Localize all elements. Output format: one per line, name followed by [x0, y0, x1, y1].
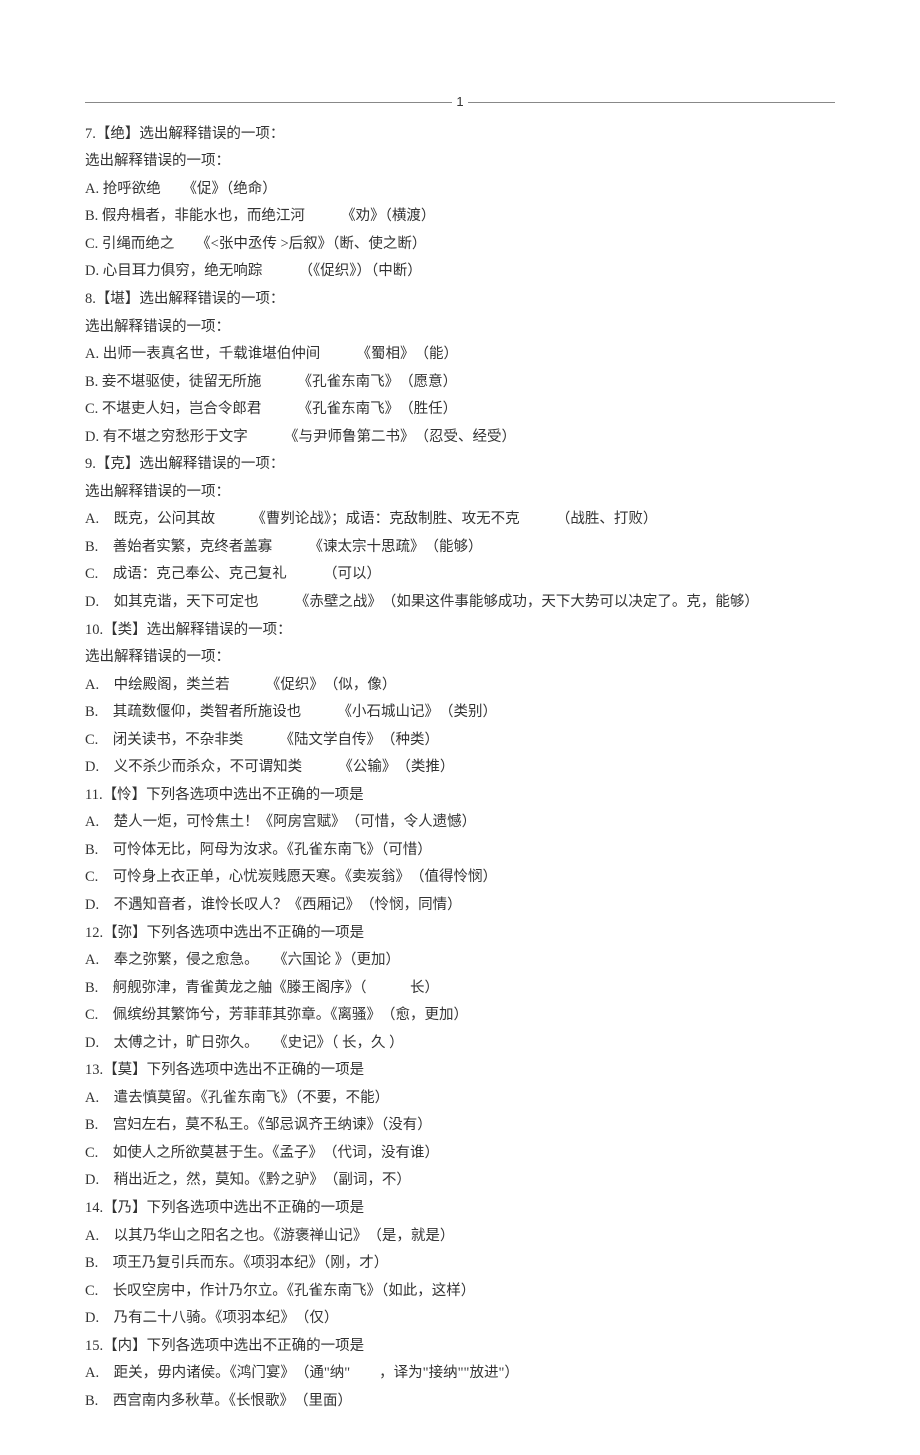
document-page: 1 7.【绝】选出解释错误的一项：选出解释错误的一项：A. 抢呼欲绝 《促》（绝… — [0, 0, 920, 1455]
page-header-rule: 1 — [85, 90, 835, 115]
question-header: 8.【堪】选出解释错误的一项： — [85, 286, 835, 314]
option-line: A. 以其乃华山之阳名之也。《游褒禅山记》 （是，就是） — [85, 1223, 835, 1251]
rule-left — [85, 102, 452, 103]
question-header: 14.【乃】下列各选项中选出不正确的一项是 — [85, 1195, 835, 1223]
option-line: A. 中绘殿阁，类兰若 《促织》 （似，像） — [85, 672, 835, 700]
rule-right — [468, 102, 835, 103]
option-line: D. 乃有二十八骑。《项羽本纪》 （仅） — [85, 1305, 835, 1333]
option-line: A. 抢呼欲绝 《促》（绝命） — [85, 176, 835, 204]
option-line: B. 假舟楫者，非能水也，而绝江河 《劝》（横渡） — [85, 203, 835, 231]
option-line: C. 长叹空房中，作计乃尔立。《孔雀东南飞》（如此，这样） — [85, 1278, 835, 1306]
option-line: B. 项王乃复引兵而东。《项羽本纪》（刚，才） — [85, 1250, 835, 1278]
question-block: 13.【莫】下列各选项中选出不正确的一项是A. 遣去慎莫留。《孔雀东南飞》（不要… — [85, 1057, 835, 1195]
question-block: 7.【绝】选出解释错误的一项：选出解释错误的一项：A. 抢呼欲绝 《促》（绝命）… — [85, 121, 835, 286]
option-line: A. 距关，毋内诸侯。《鸿门宴》 （通"纳" ，译为"接纳""放进"） — [85, 1360, 835, 1388]
question-prompt: 选出解释错误的一项： — [85, 148, 835, 176]
option-line: D. 如其克谐，天下可定也 《赤壁之战》 （如果这件事能够成功，天下大势可以决定… — [85, 589, 835, 617]
option-line: A. 出师一表真名世，千载谁堪伯仲间 《蜀相》 （能） — [85, 341, 835, 369]
option-line: C. 不堪吏人妇，岂合令郎君 《孔雀东南飞》 （胜任） — [85, 396, 835, 424]
question-block: 8.【堪】选出解释错误的一项：选出解释错误的一项：A. 出师一表真名世，千载谁堪… — [85, 286, 835, 451]
option-line: B. 善始者实繁，克终者盖寡 《谏太宗十思疏》 （能够） — [85, 534, 835, 562]
question-block: 14.【乃】下列各选项中选出不正确的一项是A. 以其乃华山之阳名之也。《游褒禅山… — [85, 1195, 835, 1333]
option-line: B. 可怜体无比，阿母为汝求。《孔雀东南飞》（可惜） — [85, 837, 835, 865]
question-prompt: 选出解释错误的一项： — [85, 314, 835, 342]
option-line: D. 心目耳力俱穷，绝无响踪 （《促织》）（中断） — [85, 258, 835, 286]
page-number: 1 — [452, 90, 467, 115]
question-header: 7.【绝】选出解释错误的一项： — [85, 121, 835, 149]
option-line: B. 西宫南内多秋草。《长恨歌》 （里面） — [85, 1388, 835, 1416]
question-block: 10.【类】选出解释错误的一项：选出解释错误的一项：A. 中绘殿阁，类兰若 《促… — [85, 617, 835, 782]
option-line: C. 引绳而绝之 《<张中丞传 >后叙》（断、使之断） — [85, 231, 835, 259]
option-line: A. 遣去慎莫留。《孔雀东南飞》（不要，不能） — [85, 1085, 835, 1113]
question-header: 11.【怜】下列各选项中选出不正确的一项是 — [85, 782, 835, 810]
option-line: C. 佩缤纷其繁饰兮，芳菲菲其弥章。《离骚》 （愈，更加） — [85, 1002, 835, 1030]
question-header: 10.【类】选出解释错误的一项： — [85, 617, 835, 645]
option-line: D. 有不堪之穷愁形于文字 《与尹师鲁第二书》 （忍受、经受） — [85, 424, 835, 452]
question-prompt: 选出解释错误的一项： — [85, 479, 835, 507]
question-block: 9.【克】选出解释错误的一项：选出解释错误的一项：A. 既克，公问其故 《曹刿论… — [85, 451, 835, 616]
question-header: 15.【内】下列各选项中选出不正确的一项是 — [85, 1333, 835, 1361]
option-line: D. 稍出近之，然，莫知。《黔之驴》 （副词，不） — [85, 1167, 835, 1195]
option-line: D. 太傅之计，旷日弥久。 《史记》（ 长，久 ） — [85, 1030, 835, 1058]
option-line: D. 义不杀少而杀众，不可谓知类 《公输》 （类推） — [85, 754, 835, 782]
question-header: 9.【克】选出解释错误的一项： — [85, 451, 835, 479]
option-line: C. 可怜身上衣正单，心忧炭贱愿天寒。《卖炭翁》 （值得怜悯） — [85, 864, 835, 892]
question-block: 15.【内】下列各选项中选出不正确的一项是A. 距关，毋内诸侯。《鸿门宴》 （通… — [85, 1333, 835, 1416]
question-header: 12.【弥】下列各选项中选出不正确的一项是 — [85, 920, 835, 948]
option-line: B. 舸舰弥津，青雀黄龙之舳《滕王阁序》（ 长） — [85, 975, 835, 1003]
question-header: 13.【莫】下列各选项中选出不正确的一项是 — [85, 1057, 835, 1085]
page-content: 7.【绝】选出解释错误的一项：选出解释错误的一项：A. 抢呼欲绝 《促》（绝命）… — [85, 121, 835, 1416]
option-line: B. 其疏数偃仰，类智者所施设也 《小石城山记》 （类别） — [85, 699, 835, 727]
option-line: C. 成语：克己奉公、克己复礼 （可以） — [85, 561, 835, 589]
question-block: 11.【怜】下列各选项中选出不正确的一项是A. 楚人一炬，可怜焦土！《阿房宫赋》… — [85, 782, 835, 920]
option-line: B. 宫妇左右，莫不私王。《邹忌讽齐王纳谏》（没有） — [85, 1112, 835, 1140]
question-block: 12.【弥】下列各选项中选出不正确的一项是A. 奉之弥繁，侵之愈急。 《六国论 … — [85, 920, 835, 1058]
option-line: A. 奉之弥繁，侵之愈急。 《六国论 》（更加） — [85, 947, 835, 975]
option-line: A. 楚人一炬，可怜焦土！《阿房宫赋》 （可惜，令人遗憾） — [85, 809, 835, 837]
option-line: D. 不遇知音者，谁怜长叹人？《西厢记》 （怜悯，同情） — [85, 892, 835, 920]
option-line: B. 妾不堪驱使，徒留无所施 《孔雀东南飞》 （愿意） — [85, 369, 835, 397]
option-line: A. 既克，公问其故 《曹刿论战》；成语：克敌制胜、攻无不克 （战胜、打败） — [85, 506, 835, 534]
option-line: C. 闭关读书，不杂非类 《陆文学自传》 （种类） — [85, 727, 835, 755]
question-prompt: 选出解释错误的一项： — [85, 644, 835, 672]
option-line: C. 如使人之所欲莫甚于生。《孟子》 （代词，没有谁） — [85, 1140, 835, 1168]
